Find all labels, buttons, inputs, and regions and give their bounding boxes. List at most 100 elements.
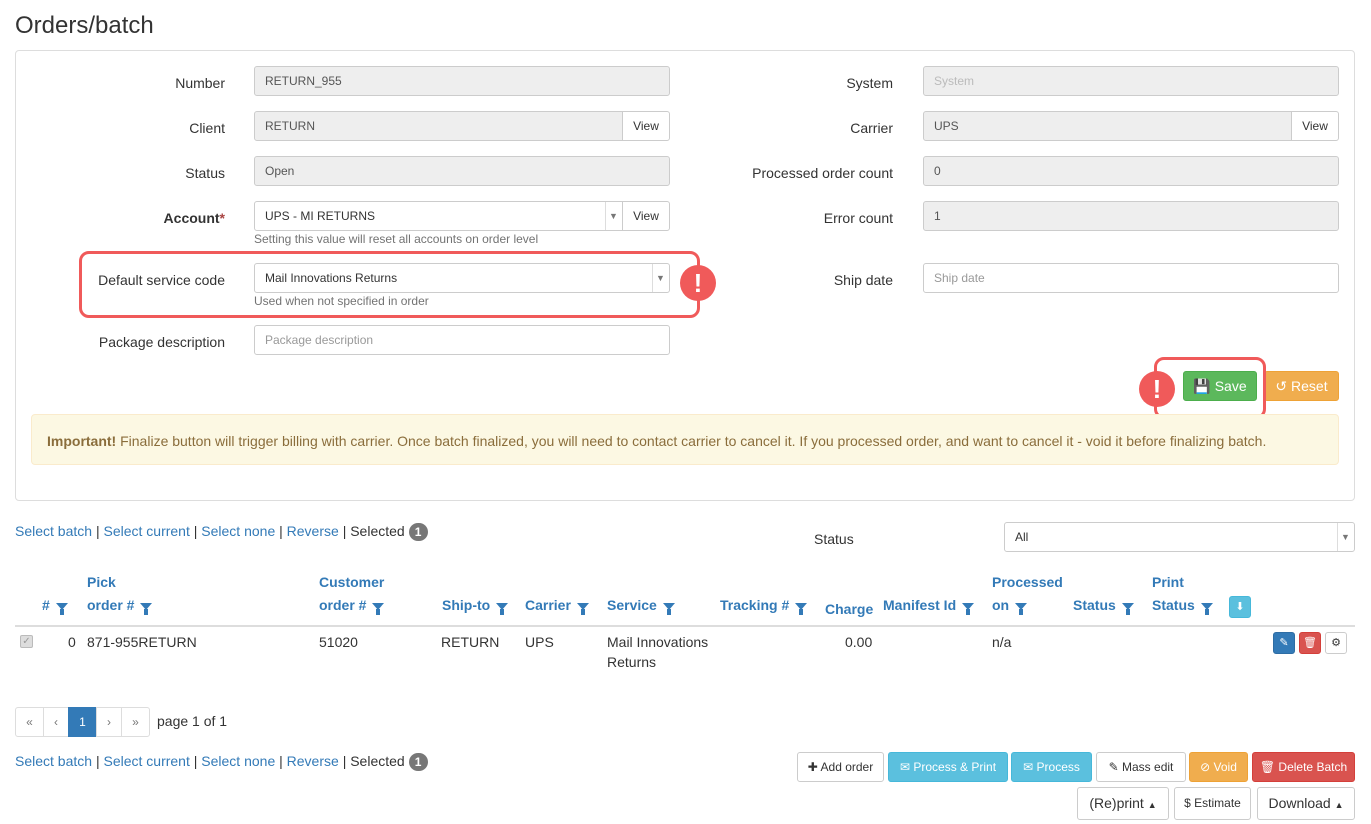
- ship-date-input[interactable]: Ship date: [923, 263, 1339, 293]
- package-description-input[interactable]: Package description: [254, 325, 670, 355]
- envelope-icon: ✉: [899, 760, 910, 774]
- process-label: Process: [1036, 760, 1080, 774]
- col-pick-header[interactable]: Pick order #: [87, 571, 153, 617]
- caret-up-icon: ▲: [1147, 800, 1157, 810]
- col-charge-header[interactable]: Charge: [825, 598, 873, 621]
- processed-count-label: Processed order count: [752, 165, 893, 181]
- select-none-link[interactable]: Select none: [201, 753, 275, 769]
- page-next-button[interactable]: ›: [96, 707, 122, 737]
- col-customer-header[interactable]: Customer order #: [319, 571, 385, 617]
- process-button[interactable]: ✉ Process: [1011, 752, 1092, 782]
- row-customer-order: 51020: [319, 634, 358, 650]
- client-field[interactable]: RETURN: [254, 111, 623, 141]
- reprint-dropdown-button[interactable]: (Re)print ▲: [1077, 787, 1169, 820]
- number-field[interactable]: RETURN_955: [254, 66, 670, 96]
- error-count-field[interactable]: 1: [923, 201, 1339, 231]
- col-print-label-2: Status: [1152, 597, 1195, 613]
- col-pick-label-2: order #: [87, 597, 135, 613]
- separator: |: [279, 523, 283, 539]
- col-status-header[interactable]: Status: [1073, 594, 1134, 617]
- reset-button[interactable]: ↺ Reset: [1264, 371, 1339, 401]
- selected-label: Selected: [350, 753, 405, 769]
- separator: |: [279, 753, 283, 769]
- select-batch-link[interactable]: Select batch: [15, 753, 92, 769]
- page-current-button[interactable]: 1: [68, 707, 97, 737]
- status-filter-chevron-down-icon: ▼: [1337, 523, 1353, 551]
- alert-strong: Important!: [47, 433, 117, 449]
- account-chevron-down-icon: ▼: [605, 202, 621, 230]
- carrier-view-button[interactable]: View: [1291, 111, 1339, 141]
- plus-icon: ✚: [807, 760, 818, 774]
- separator: |: [193, 523, 198, 539]
- filter-icon[interactable]: [372, 602, 385, 615]
- col-carrier-header[interactable]: Carrier: [525, 594, 589, 617]
- col-tracking-header[interactable]: Tracking #: [720, 594, 808, 617]
- filter-icon[interactable]: [962, 602, 975, 615]
- delete-batch-button[interactable]: 🗑 Delete Batch: [1252, 752, 1355, 782]
- account-select[interactable]: UPS - MI RETURNS: [254, 201, 623, 231]
- gears-icon[interactable]: ⚙: [1325, 632, 1347, 654]
- col-manifest-header[interactable]: Manifest Id: [883, 594, 975, 617]
- carrier-field[interactable]: UPS: [923, 111, 1292, 141]
- status-label: Status: [185, 165, 225, 181]
- estimate-button[interactable]: $ Estimate: [1174, 787, 1251, 820]
- status-filter-value: All: [1015, 530, 1029, 544]
- filter-icon[interactable]: [140, 602, 153, 615]
- col-print-status-header[interactable]: Print Status: [1152, 571, 1213, 617]
- status-filter-label: Status: [814, 531, 854, 547]
- download-dropdown-button[interactable]: Download ▲: [1257, 787, 1355, 820]
- col-tracking-label: Tracking #: [720, 597, 790, 613]
- status-filter-select[interactable]: All: [1004, 522, 1355, 552]
- col-processed-header[interactable]: Processed on: [992, 571, 1063, 617]
- filter-icon[interactable]: [1121, 602, 1134, 615]
- account-view-button[interactable]: View: [622, 201, 670, 231]
- col-status-label: Status: [1073, 597, 1116, 613]
- selection-links-bottom: Select batch | Select current | Select n…: [15, 753, 428, 772]
- row-checkbox[interactable]: ✓: [20, 635, 33, 648]
- processed-count-field[interactable]: 0: [923, 156, 1339, 186]
- col-pick-label-1: Pick: [87, 574, 116, 590]
- filter-icon[interactable]: [576, 602, 589, 615]
- void-button[interactable]: ⊘ Void: [1189, 752, 1248, 782]
- col-service-header[interactable]: Service: [607, 594, 675, 617]
- ship-date-label: Ship date: [833, 272, 893, 288]
- filter-icon[interactable]: [55, 602, 68, 615]
- status-field[interactable]: Open: [254, 156, 670, 186]
- select-current-link[interactable]: Select current: [103, 753, 189, 769]
- selection-links-top: Select batch | Select current | Select n…: [15, 523, 428, 542]
- account-select-value: UPS - MI RETURNS: [265, 209, 376, 223]
- filter-icon[interactable]: [662, 602, 675, 615]
- add-order-button[interactable]: ✚ Add order: [797, 752, 884, 782]
- process-print-button[interactable]: ✉ Process & Print: [888, 752, 1008, 782]
- filter-icon[interactable]: [795, 602, 808, 615]
- select-none-link[interactable]: Select none: [201, 523, 275, 539]
- caret-up-icon: ▲: [1334, 800, 1344, 810]
- edit-icon[interactable]: ✎: [1273, 632, 1295, 654]
- important-alert: Important! Finalize button will trigger …: [31, 414, 1339, 465]
- page-first-button[interactable]: «: [15, 707, 44, 737]
- row-service-line-2: Returns: [607, 654, 657, 670]
- separator: |: [342, 523, 347, 539]
- account-help-text: Setting this value will reset all accoun…: [254, 232, 539, 246]
- table-header-divider: [15, 625, 1355, 627]
- col-customer-label-1: Customer: [319, 574, 385, 590]
- client-view-button[interactable]: View: [622, 111, 670, 141]
- page-prev-button[interactable]: ‹: [43, 707, 69, 737]
- mass-edit-button[interactable]: ✎ Mass edit: [1096, 752, 1186, 782]
- page-last-button[interactable]: »: [121, 707, 150, 737]
- filter-icon[interactable]: [1200, 602, 1213, 615]
- system-field[interactable]: System: [923, 66, 1339, 96]
- reverse-link[interactable]: Reverse: [287, 753, 339, 769]
- col-shipto-header[interactable]: Ship-to: [442, 594, 509, 617]
- reverse-link[interactable]: Reverse: [287, 523, 339, 539]
- select-current-link[interactable]: Select current: [103, 523, 189, 539]
- trash-icon[interactable]: 🗑: [1299, 632, 1321, 654]
- col-num-header[interactable]: #: [42, 594, 68, 617]
- export-download-icon[interactable]: ⬇: [1229, 596, 1251, 618]
- add-order-label: Add order: [820, 760, 874, 774]
- row-num: 0: [68, 634, 76, 650]
- filter-icon[interactable]: [1015, 602, 1028, 615]
- select-batch-link[interactable]: Select batch: [15, 523, 92, 539]
- error-count-label: Error count: [823, 210, 893, 226]
- filter-icon[interactable]: [496, 602, 509, 615]
